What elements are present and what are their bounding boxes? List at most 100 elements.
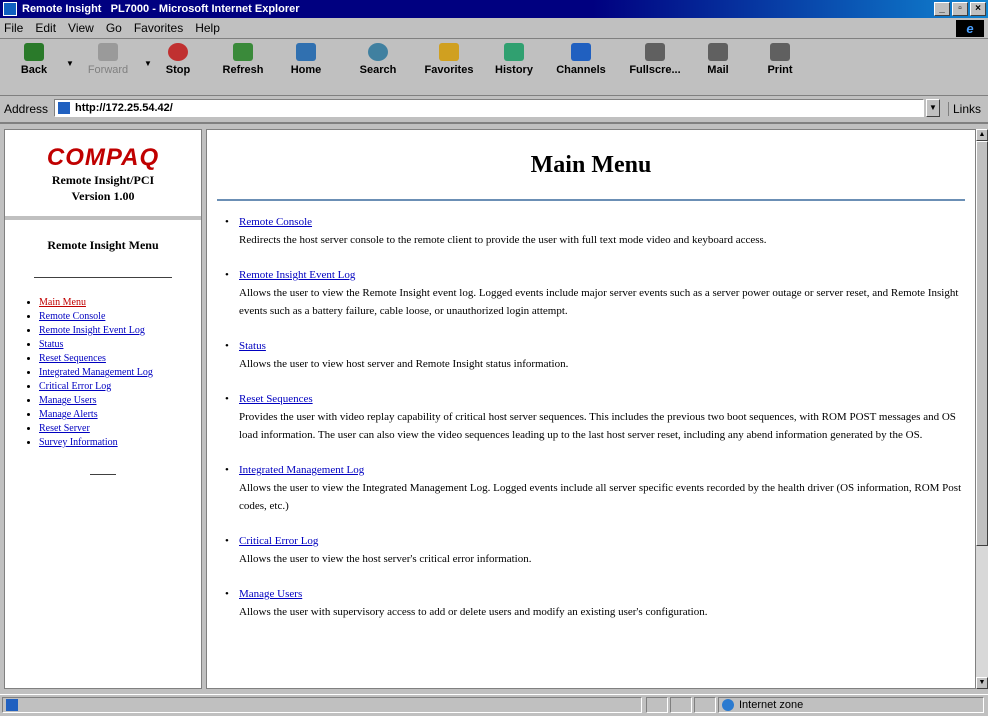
ie-app-icon[interactable] [3,2,17,16]
status-bar: Internet zone [0,694,988,716]
status-cell [646,697,668,713]
nav-link-integrated-management-log[interactable]: Integrated Management Log [39,367,153,378]
page-icon [58,102,70,114]
close-button[interactable]: × [970,2,986,16]
nav-item: Critical Error Log [39,380,201,394]
page-status-icon [6,699,18,711]
compaq-logo: COMPAQ [46,144,160,171]
favorites-button[interactable]: Favorites [418,43,480,76]
forward-button[interactable]: Forward [78,43,138,76]
history-icon [504,43,524,61]
product-name: Remote Insight/PCI [51,173,155,187]
maximize-button[interactable]: ▫ [952,2,968,16]
address-url: http://172.25.54.42/ [75,102,173,114]
nav-link-reset-server[interactable]: Reset Server [39,423,90,434]
menu-favorites[interactable]: Favorites [134,21,183,35]
left-nav-frame: COMPAQ Remote Insight/PCI Version 1.00 R… [4,129,202,689]
menu-help[interactable]: Help [195,21,220,35]
zone-label: Internet zone [739,699,804,711]
scroll-thumb[interactable] [976,141,988,546]
home-icon [296,43,316,61]
scroll-down-button[interactable]: ▼ [976,677,988,689]
print-icon [770,43,790,61]
globe-icon [722,699,734,711]
entry-description: Allows the user to view host server and … [239,358,569,370]
nav-item: Reset Sequences [39,352,201,366]
status-cell [694,697,716,713]
fullscreen-icon [645,43,665,61]
nav-item: Manage Users [39,394,201,408]
nav-link-remote-console[interactable]: Remote Console [39,311,105,322]
brand-block: COMPAQ Remote Insight/PCI Version 1.00 [5,130,201,220]
nav-link-event-log[interactable]: Remote Insight Event Log [39,325,145,336]
nav-link-status[interactable]: Status [39,339,63,350]
vertical-scrollbar[interactable]: ▲ ▼ [976,129,988,689]
menu-edit[interactable]: Edit [35,21,56,35]
nav-item: Remote Insight Event Log [39,324,201,338]
nav-link-reset-sequences[interactable]: Reset Sequences [39,353,106,364]
entry-link-manage-users[interactable]: Manage Users [239,588,302,600]
links-button[interactable]: Links [948,102,981,116]
entry-link-event-log[interactable]: Remote Insight Event Log [239,269,355,281]
entry-description: Provides the user with video replay capa… [239,411,956,441]
address-input[interactable]: http://172.25.54.42/ [54,99,924,117]
security-zone-cell: Internet zone [718,697,984,713]
back-button[interactable]: Back [10,43,58,76]
address-dropdown-button[interactable]: ▼ [926,99,940,117]
forward-arrow-icon [98,43,118,61]
menu-entry: Reset Sequences Provides the user with v… [225,390,967,444]
nav-link-survey-information[interactable]: Survey Information [39,437,118,448]
stop-button[interactable]: Stop [158,43,198,76]
home-button[interactable]: Home [284,43,328,76]
scroll-up-button[interactable]: ▲ [976,129,988,141]
nav-item: Status [39,338,201,352]
entry-link-reset-sequences[interactable]: Reset Sequences [239,393,313,405]
nav-link-manage-users[interactable]: Manage Users [39,395,96,406]
menu-entry: Critical Error Log Allows the user to vi… [225,532,967,568]
menu-go[interactable]: Go [106,21,122,35]
menu-file[interactable]: File [4,21,23,35]
menu-entry: Remote Insight Event Log Allows the user… [225,266,967,320]
main-content-frame: Main Menu Remote Console Redirects the h… [206,129,976,689]
minimize-button[interactable]: _ [934,2,950,16]
entry-link-status[interactable]: Status [239,340,266,352]
mail-button[interactable]: Mail [696,43,740,76]
menu-entry: Integrated Management Log Allows the use… [225,461,967,515]
entry-link-integrated-management-log[interactable]: Integrated Management Log [239,464,364,476]
channels-button[interactable]: Channels [548,43,614,76]
nav-link-manage-alerts[interactable]: Manage Alerts [39,409,98,420]
entry-description: Allows the user to view the Integrated M… [239,482,962,512]
favorites-icon [439,43,459,61]
stop-icon [168,43,188,61]
print-button[interactable]: Print [760,43,800,76]
back-arrow-icon [24,43,44,61]
status-main-cell [2,697,642,713]
address-bar: Address http://172.25.54.42/ ▼ Links [0,96,988,124]
nav-item: Integrated Management Log [39,366,201,380]
fullscreen-button[interactable]: Fullscre... [624,43,686,76]
channels-icon [571,43,591,61]
menu-entry: Status Allows the user to view host serv… [225,337,967,373]
window-title: Remote Insight PL7000 - Microsoft Intern… [22,3,300,15]
mail-icon [708,43,728,61]
nav-link-main-menu[interactable]: Main Menu [39,297,86,308]
entry-description: Allows the user to view the Remote Insig… [239,287,959,317]
history-button[interactable]: History [490,43,538,76]
entry-link-critical-error-log[interactable]: Critical Error Log [239,535,318,547]
search-button[interactable]: Search [352,43,404,76]
page-title: Main Menu [530,152,652,178]
refresh-button[interactable]: Refresh [215,43,271,76]
entry-description: Allows the user to view the host server'… [239,553,532,565]
menu-view[interactable]: View [68,21,94,35]
search-icon [368,43,388,61]
nav-divider [34,277,172,278]
status-cell [670,697,692,713]
nav-item: Main Menu [39,296,201,310]
window-controls: _ ▫ × [934,2,986,16]
title-bar: Remote Insight PL7000 - Microsoft Intern… [0,0,988,18]
entry-link-remote-console[interactable]: Remote Console [239,216,312,228]
menu-entry: Manage Users Allows the user with superv… [225,585,967,621]
nav-item: Survey Information [39,436,201,450]
nav-link-critical-error-log[interactable]: Critical Error Log [39,381,111,392]
entry-description: Redirects the host server console to the… [239,234,767,246]
